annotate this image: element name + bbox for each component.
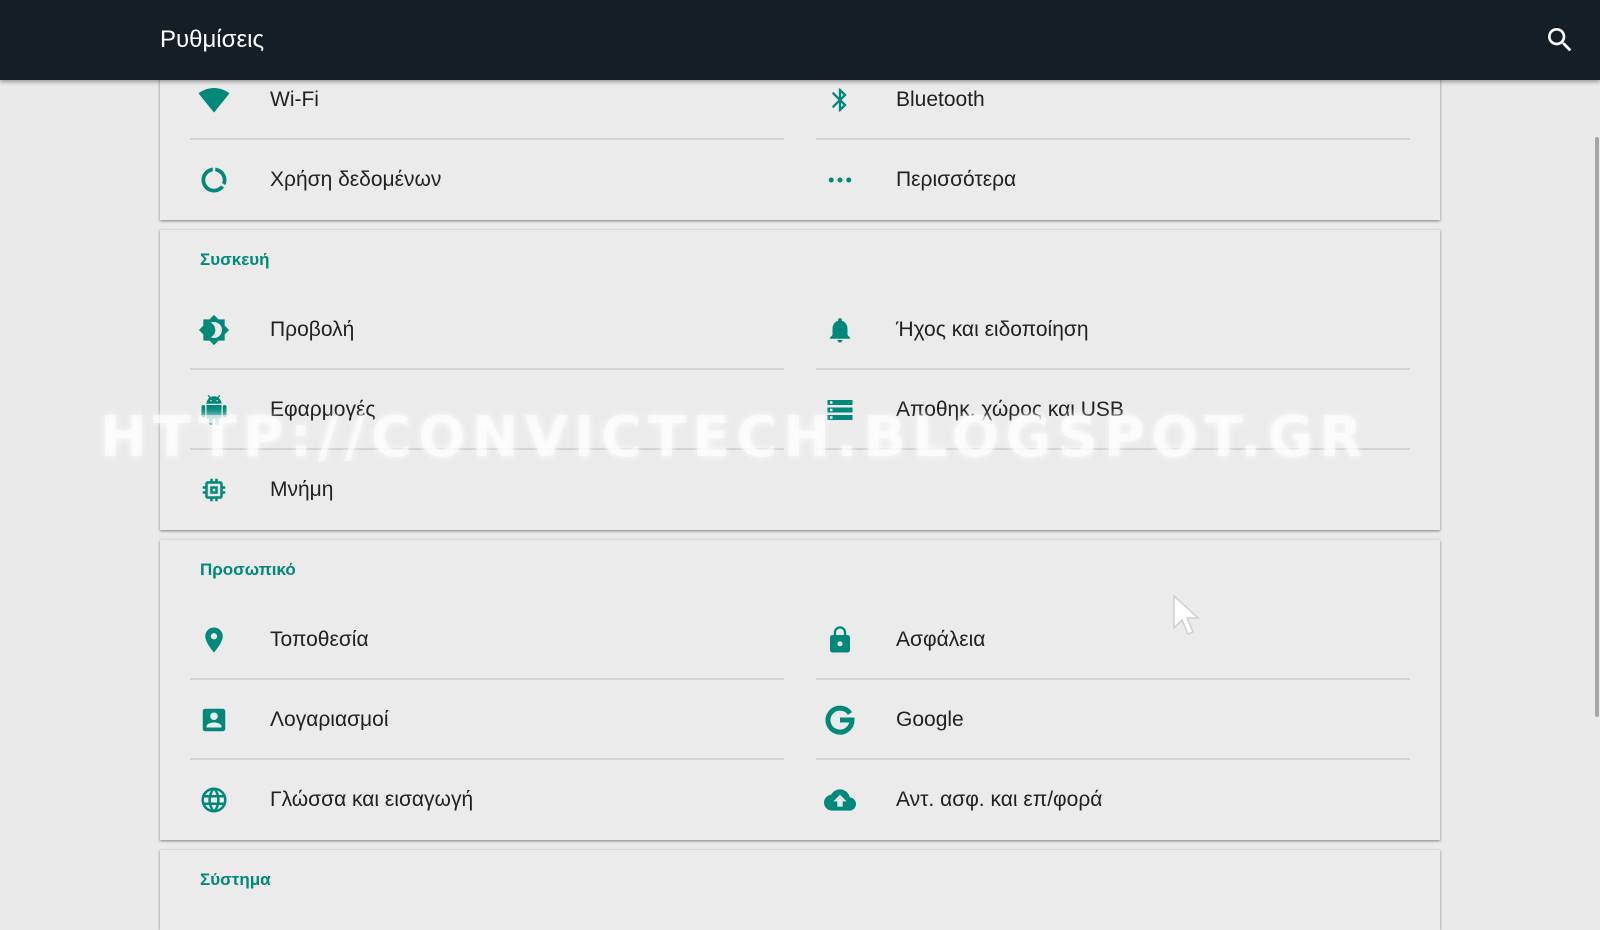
- app-bar: Ρυθμίσεις: [0, 0, 1600, 80]
- bluetooth-icon: [824, 84, 856, 116]
- personal-card: Προσωπικό Τοποθεσία Ασφάλεια Λογαριασμοί…: [160, 540, 1440, 840]
- wireless-card: Wi-Fi Bluetooth Χρήση δεδομένων Περισσότ…: [160, 60, 1440, 220]
- section-header-personal: Προσωπικό: [200, 560, 296, 579]
- settings-item-more[interactable]: Περισσότερα: [816, 140, 1410, 220]
- android-icon: [198, 394, 230, 426]
- globe-icon: [198, 784, 230, 816]
- data-usage-icon: [198, 164, 230, 196]
- settings-item-label: Γλώσσα και εισαγωγή: [270, 788, 474, 811]
- settings-item-accounts[interactable]: Λογαριασμοί: [190, 680, 784, 760]
- settings-item-storage[interactable]: Αποθηκ. χώρος και USB: [816, 370, 1410, 450]
- settings-item-display[interactable]: Προβολή: [190, 290, 784, 370]
- settings-item-label: Χρήση δεδομένων: [270, 168, 442, 191]
- settings-item-label: Προβολή: [270, 318, 355, 341]
- cloud-upload-icon: [824, 784, 856, 816]
- settings-item-label: Λογαριασμοί: [270, 708, 389, 731]
- settings-item-label: Αποθηκ. χώρος και USB: [896, 398, 1124, 421]
- section-header-system: Σύστημα: [200, 870, 271, 889]
- settings-item-label: Περισσότερα: [896, 168, 1017, 191]
- account-box-icon: [198, 704, 230, 736]
- settings-item-label: Αντ. ασφ. και επ/φορά: [896, 788, 1103, 811]
- page-title: Ρυθμίσεις: [160, 26, 265, 53]
- settings-item-label: Ήχος και ειδοποίηση: [896, 318, 1089, 341]
- section-header-device: Συσκευή: [200, 250, 270, 269]
- settings-item-memory[interactable]: Μνήμη: [190, 450, 784, 530]
- search-icon[interactable]: [1544, 24, 1576, 56]
- settings-item-label: Τοποθεσία: [270, 628, 369, 651]
- brightness-icon: [198, 314, 230, 346]
- settings-item-apps[interactable]: Εφαρμογές: [190, 370, 784, 450]
- settings-item-security[interactable]: Ασφάλεια: [816, 600, 1410, 680]
- storage-icon: [824, 394, 856, 426]
- system-card: Σύστημα: [160, 850, 1440, 930]
- mouse-cursor-icon: [1172, 594, 1204, 638]
- bell-icon: [824, 314, 856, 346]
- settings-item-location[interactable]: Τοποθεσία: [190, 600, 784, 680]
- wifi-icon: [198, 84, 230, 116]
- more-horiz-icon: [824, 164, 856, 196]
- settings-item-sound[interactable]: Ήχος και ειδοποίηση: [816, 290, 1410, 370]
- google-icon: [824, 704, 856, 736]
- settings-item-label: Google: [896, 708, 964, 731]
- settings-item-language[interactable]: Γλώσσα και εισαγωγή: [190, 760, 784, 840]
- memory-icon: [198, 474, 230, 506]
- device-card: Συσκευή Προβολή Ήχος και ειδοποίηση Εφαρ…: [160, 230, 1440, 530]
- settings-item-label: Εφαρμογές: [270, 398, 376, 421]
- settings-item-label: Μνήμη: [270, 478, 334, 501]
- lock-icon: [824, 624, 856, 656]
- divider: [816, 448, 1410, 450]
- location-pin-icon: [198, 624, 230, 656]
- settings-item-google[interactable]: Google: [816, 680, 1410, 760]
- scrollbar-thumb[interactable]: [1595, 137, 1599, 717]
- settings-item-backup[interactable]: Αντ. ασφ. και επ/φορά: [816, 760, 1410, 840]
- settings-item-data-usage[interactable]: Χρήση δεδομένων: [190, 140, 784, 220]
- settings-item-label: Ασφάλεια: [896, 628, 986, 651]
